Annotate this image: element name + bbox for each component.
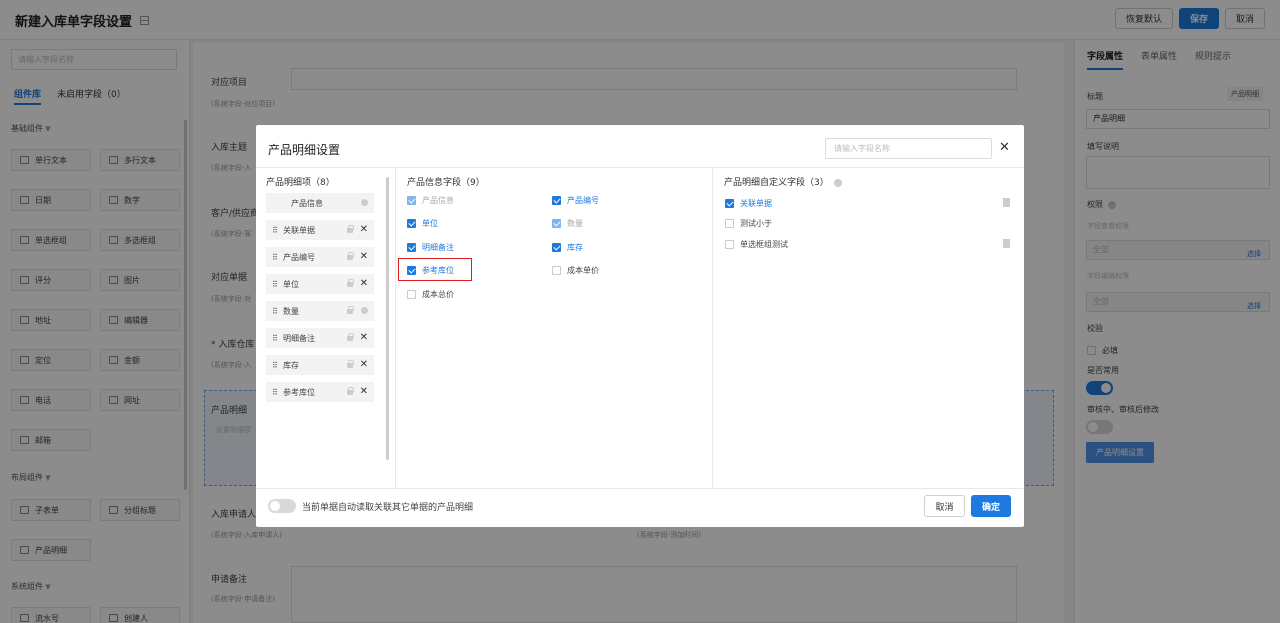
custom-fields-header: 产品明细自定义字段（3） <box>724 175 842 188</box>
close-icon[interactable]: ✕ <box>999 140 1010 155</box>
remove-icon[interactable]: ✕ <box>360 251 368 262</box>
lock-icon[interactable] <box>347 387 354 395</box>
detail-item[interactable]: ⠿ 库存 ✕ <box>266 355 374 375</box>
checkbox-label: 成本总价 <box>422 289 454 299</box>
checkbox-box[interactable] <box>407 289 416 299</box>
drag-handle-icon[interactable]: ⠿ <box>272 334 280 343</box>
divider <box>256 488 1024 489</box>
divider <box>395 168 396 488</box>
detail-item-label: 单位 <box>283 279 299 289</box>
field-checkbox[interactable]: 数量 <box>552 218 583 230</box>
checkbox-box[interactable] <box>407 219 416 228</box>
auto-read-text: 当前单据自动读取关联其它单据的产品明细 <box>302 503 474 513</box>
detail-item-label: 明细备注 <box>283 333 315 343</box>
lock-icon[interactable] <box>347 279 354 287</box>
drag-handle-icon[interactable]: ⠿ <box>272 307 280 316</box>
checkbox-label: 成本单价 <box>567 266 599 275</box>
divider <box>256 167 1024 168</box>
checkbox-label: 关联单据 <box>740 198 772 208</box>
drag-handle-icon[interactable]: ⠿ <box>272 253 280 262</box>
checkbox-box[interactable] <box>407 195 416 205</box>
remove-icon[interactable]: ✕ <box>360 386 368 397</box>
remove-icon[interactable]: ✕ <box>360 278 368 289</box>
drag-handle-icon[interactable]: ⠿ <box>272 388 280 397</box>
detail-item[interactable]: ⠿ 参考库位 ✕ <box>266 382 374 402</box>
checkbox-box[interactable] <box>407 242 416 252</box>
checkbox-box[interactable] <box>725 198 734 208</box>
detail-items-scrollbar[interactable] <box>386 177 389 460</box>
checkbox-box[interactable] <box>552 195 561 205</box>
field-checkbox[interactable]: 单位 <box>407 218 438 230</box>
checkbox-box[interactable] <box>725 219 734 228</box>
checkbox-label: 数量 <box>567 219 583 228</box>
detail-item[interactable]: ⠿ 单位 ✕ <box>266 274 374 294</box>
dialog-ok-button[interactable]: 确定 <box>971 495 1011 517</box>
checkbox-label: 产品信息 <box>422 195 454 205</box>
info-icon <box>361 199 368 206</box>
document-icon[interactable] <box>1003 239 1010 248</box>
dialog-cancel-button[interactable]: 取消 <box>924 495 965 517</box>
lock-icon[interactable] <box>347 306 354 314</box>
detail-items-header: 产品明细项（8） <box>266 178 335 188</box>
checkbox-box[interactable] <box>552 266 561 275</box>
lock-icon[interactable] <box>347 225 354 233</box>
checkbox-box[interactable] <box>552 242 561 252</box>
remove-icon[interactable]: ✕ <box>360 224 368 235</box>
drag-handle-icon[interactable]: ⠿ <box>272 361 280 370</box>
detail-item-label: 数量 <box>283 306 299 316</box>
field-checkbox[interactable]: 库存 <box>552 241 583 253</box>
checkbox-box[interactable] <box>725 239 734 249</box>
checkbox-label: 明细备注 <box>422 242 454 252</box>
field-checkbox[interactable]: 成本总价 <box>407 288 454 300</box>
lock-icon[interactable] <box>347 252 354 260</box>
remove-icon[interactable]: ✕ <box>360 359 368 370</box>
detail-item[interactable]: ⠿ 产品编号 ✕ <box>266 247 374 267</box>
custom-fields-header-text: 产品明细自定义字段（3） <box>724 178 829 188</box>
checkbox-box[interactable] <box>552 219 561 228</box>
checkbox-label: 单位 <box>422 219 438 228</box>
drag-handle-icon[interactable]: ⠿ <box>272 226 280 235</box>
info-icon <box>833 178 842 187</box>
remove-icon[interactable]: ✕ <box>360 332 368 343</box>
checkbox-label: 测试小于 <box>740 219 772 228</box>
field-checkbox[interactable]: 明细备注 <box>407 241 454 253</box>
field-checkbox[interactable]: 成本单价 <box>552 265 599 277</box>
detail-item[interactable]: ⠿ 数量 <box>266 301 374 321</box>
field-checkbox[interactable]: 产品信息 <box>407 194 454 206</box>
detail-item-label: 产品编号 <box>283 252 315 262</box>
divider <box>712 168 713 488</box>
detail-item-label: 库存 <box>283 360 299 370</box>
lock-icon[interactable] <box>347 333 354 341</box>
dialog-title: 产品明细设置 <box>268 143 341 157</box>
field-checkbox[interactable]: 测试小于 <box>725 218 772 230</box>
detail-item[interactable]: 产品信息 <box>266 193 374 213</box>
checkbox-label: 产品编号 <box>567 195 599 205</box>
highlight-box <box>398 258 472 281</box>
lock-icon[interactable] <box>347 360 354 368</box>
detail-item-label: 关联单据 <box>283 225 315 235</box>
field-checkbox[interactable]: 产品编号 <box>552 194 599 206</box>
drag-handle-icon[interactable]: ⠿ <box>272 280 280 289</box>
checkbox-label: 库存 <box>567 242 583 252</box>
detail-item[interactable]: ⠿ 关联单据 ✕ <box>266 220 374 240</box>
product-detail-settings-dialog: 产品明细设置 请输入字段名称 ✕ 产品明细项（8） 产品信息 ⠿ 关联单据 ✕ ⠿ 产品编… <box>256 125 1024 527</box>
detail-item-label: 参考库位 <box>283 387 315 397</box>
field-checkbox[interactable]: 单选框组测试 <box>725 238 788 250</box>
field-checkbox[interactable]: 关联单据 <box>725 197 772 209</box>
detail-item-label: 产品信息 <box>291 198 323 208</box>
checkbox-label: 单选框组测试 <box>740 239 788 249</box>
info-fields-header: 产品信息字段（9） <box>407 178 485 188</box>
document-icon[interactable] <box>1003 198 1010 207</box>
auto-read-toggle[interactable] <box>268 499 296 513</box>
info-icon <box>361 307 368 314</box>
detail-item[interactable]: ⠿ 明细备注 ✕ <box>266 328 374 348</box>
dialog-search-input[interactable]: 请输入字段名称 <box>825 138 992 159</box>
